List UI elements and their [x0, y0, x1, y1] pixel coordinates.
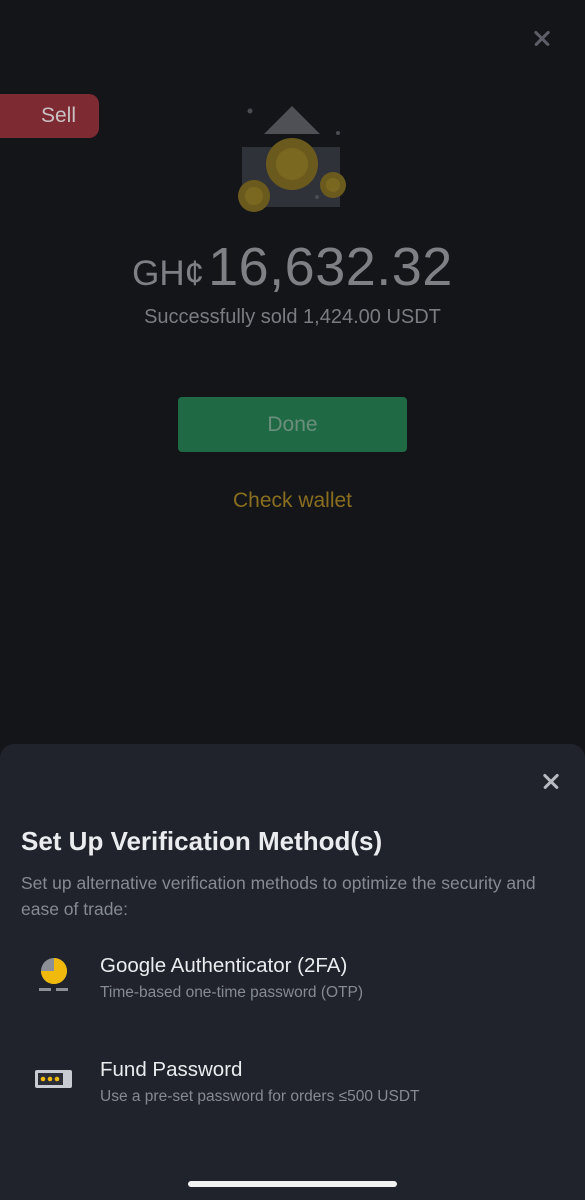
method-fund-password[interactable]: Fund Password Use a pre-set password for… [0, 1058, 585, 1138]
method-description: Use a pre-set password for orders ≤500 U… [100, 1088, 420, 1105]
amount-display: GH¢16,632.32 [0, 236, 585, 298]
home-indicator[interactable] [188, 1181, 397, 1187]
password-icon [35, 1070, 72, 1088]
success-message: Successfully sold 1,424.00 USDT [144, 306, 441, 328]
sheet-title: Set Up Verification Method(s) [21, 826, 383, 856]
method-title: Fund Password [100, 1058, 243, 1081]
authenticator-icon [39, 958, 68, 991]
method-description: Time-based one-time password (OTP) [100, 984, 364, 1001]
currency-symbol: GH¢ [132, 254, 205, 293]
sell-badge: Sell [0, 94, 99, 138]
close-icon[interactable] [528, 24, 556, 52]
method-title: Google Authenticator (2FA) [100, 954, 348, 977]
verification-sheet: Set Up Verification Method(s) Set up alt… [0, 744, 585, 1200]
coins-illustration-icon [238, 106, 346, 212]
done-button[interactable]: Done [178, 397, 407, 452]
sheet-description: Set up alternative verification methods … [21, 873, 536, 919]
check-wallet-link[interactable]: Check wallet [0, 489, 585, 513]
sell-badge-label: Sell [40, 104, 77, 127]
close-icon[interactable] [538, 768, 564, 794]
done-button-label: Done [267, 412, 318, 436]
method-google-authenticator[interactable]: Google Authenticator (2FA) Time-based on… [0, 954, 585, 1034]
amount-value: 16,632.32 [208, 237, 453, 297]
